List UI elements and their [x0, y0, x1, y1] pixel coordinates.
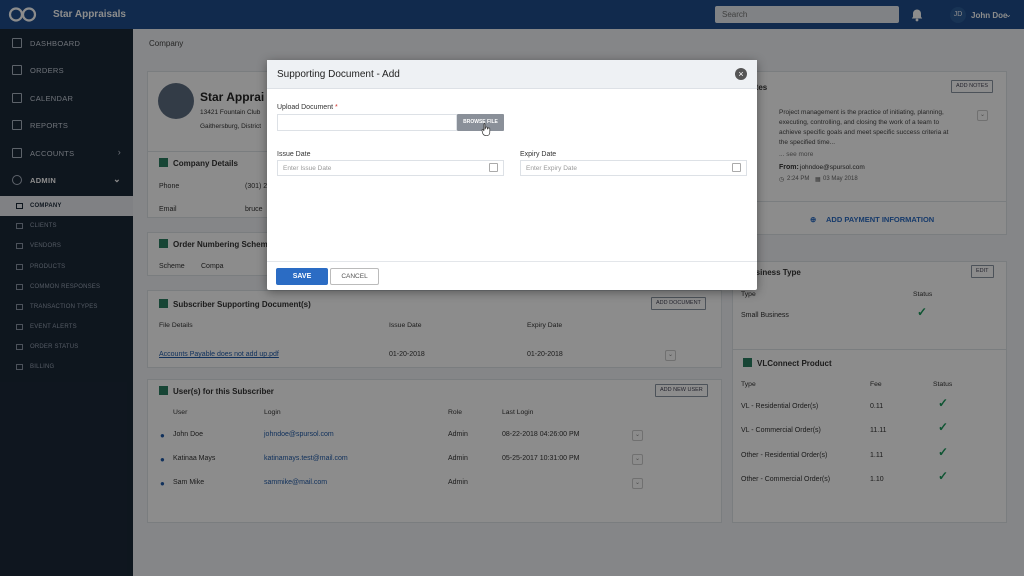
modal-title: Supporting Document - Add	[277, 69, 400, 80]
calendar-icon[interactable]	[489, 163, 498, 172]
expiry-date-label: Expiry Date	[520, 151, 557, 158]
upload-document-input[interactable]	[277, 114, 457, 131]
modal-header: Supporting Document - Add ×	[267, 60, 757, 89]
issue-date-input[interactable]	[277, 160, 504, 176]
upload-document-label: Upload Document *	[277, 104, 338, 111]
hand-cursor-icon	[481, 123, 491, 136]
supporting-document-modal: Supporting Document - Add × Upload Docum…	[267, 60, 757, 290]
close-icon[interactable]: ×	[735, 68, 747, 80]
issue-date-label: Issue Date	[277, 151, 311, 158]
calendar-icon[interactable]	[732, 163, 741, 172]
save-button[interactable]: SAVE	[276, 268, 328, 285]
expiry-date-input[interactable]	[520, 160, 747, 176]
cancel-button[interactable]: CANCEL	[330, 268, 379, 285]
modal-footer: SAVE CANCEL	[267, 261, 757, 290]
